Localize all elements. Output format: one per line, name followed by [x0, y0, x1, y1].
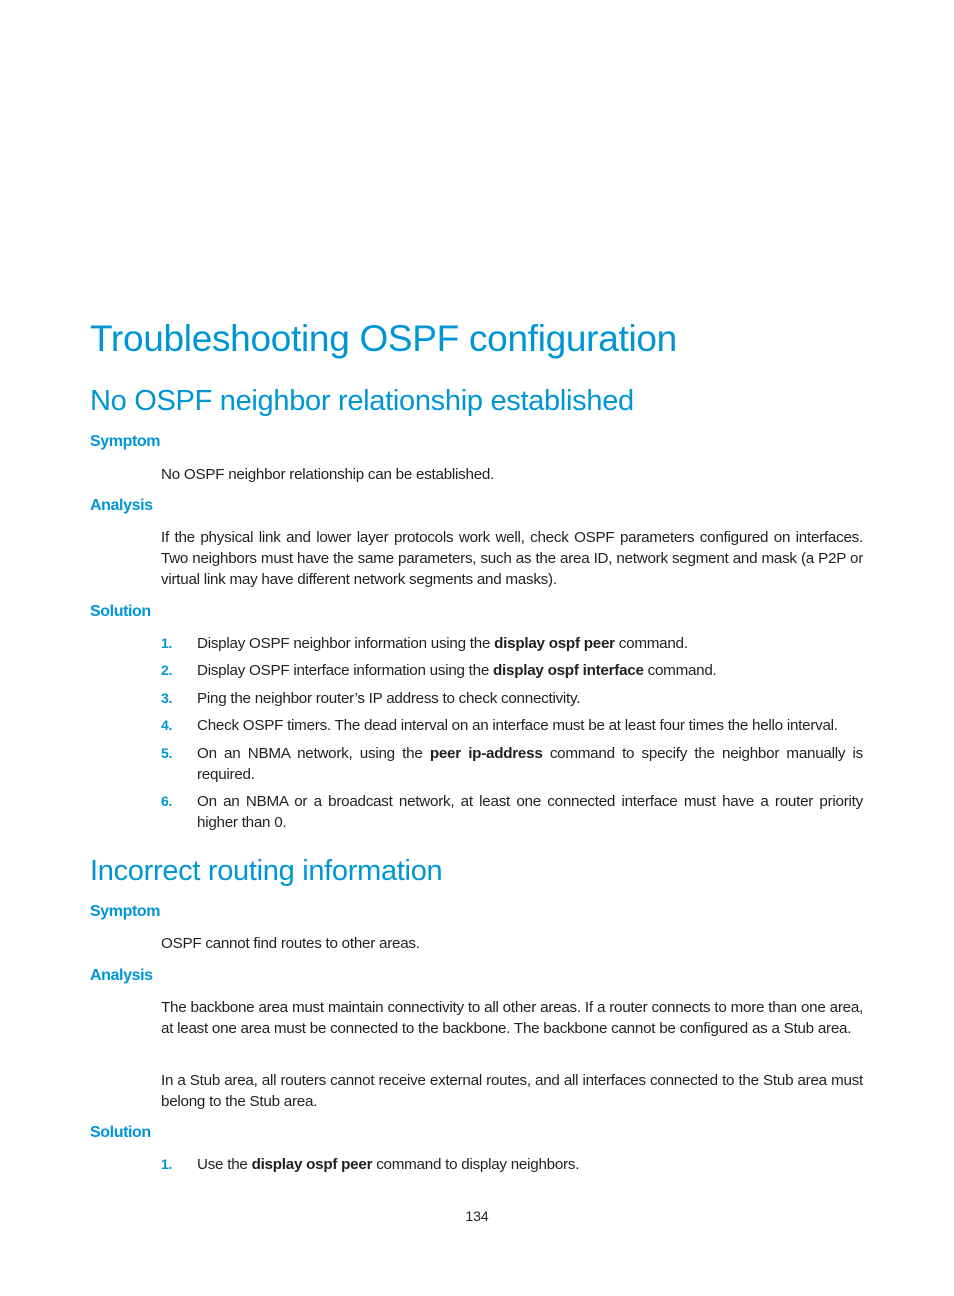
symptom-heading: Symptom [90, 903, 161, 920]
step-text: Display OSPF interface information using… [197, 660, 863, 681]
solution-heading: Solution [90, 1124, 151, 1141]
step-text: On an NBMA network, using the peer ip-ad… [197, 743, 863, 785]
symptom-heading: Symptom [90, 433, 161, 450]
solution-heading: Solution [90, 603, 151, 620]
step-number: 6. [161, 793, 173, 809]
command-name: peer ip-address [429, 745, 543, 762]
section-heading-incorrect-routing: Incorrect routing information [90, 855, 443, 887]
document-page: Troubleshooting OSPF configuration No OS… [0, 0, 954, 1296]
step-text: Check OSPF timers. The dead interval on … [197, 715, 863, 736]
analysis-paragraph: The backbone area must maintain connecti… [161, 999, 863, 1037]
command-name: display ospf peer [251, 1156, 373, 1173]
step-text-pre: On an NBMA or a broadcast network, at le… [197, 793, 863, 831]
step-text-pre: Display OSPF neighbor information using … [197, 635, 495, 652]
section-heading-no-neighbor: No OSPF neighbor relationship establishe… [90, 385, 634, 417]
analysis-paragraph: In a Stub area, all routers cannot recei… [161, 1072, 863, 1110]
step-text-pre: Use the [197, 1156, 252, 1173]
symptom-text: OSPF cannot find routes to other areas. [161, 935, 420, 952]
step-text-post: command. [643, 662, 717, 679]
analysis-paragraph: If the physical link and lower layer pro… [161, 529, 863, 588]
step-text-pre: Check OSPF timers. The dead interval on … [197, 717, 838, 734]
page-title: Troubleshooting OSPF configuration [90, 318, 677, 359]
step-text-pre: Ping the neighbor router’s IP address to… [197, 690, 581, 707]
step-text: On an NBMA or a broadcast network, at le… [197, 791, 863, 833]
step-text: Display OSPF neighbor information using … [197, 633, 863, 654]
step-text-post: command. [614, 635, 688, 652]
step-number: 1. [161, 635, 173, 651]
step-number: 5. [161, 745, 173, 761]
analysis-heading: Analysis [90, 497, 153, 514]
step-text-pre: On an NBMA network, using the [197, 745, 430, 762]
step-number: 4. [161, 717, 173, 733]
step-text-post: command to display neighbors. [372, 1156, 580, 1173]
step-number: 1. [161, 1156, 173, 1172]
step-text: Ping the neighbor router’s IP address to… [197, 688, 863, 709]
command-name: display ospf peer [494, 635, 615, 652]
step-number: 2. [161, 662, 173, 678]
step-number: 3. [161, 690, 173, 706]
step-text-pre: Display OSPF interface information using… [197, 662, 494, 679]
symptom-text: No OSPF neighbor relationship can be est… [161, 466, 495, 483]
step-text: Use the display ospf peer command to dis… [197, 1154, 863, 1175]
analysis-heading: Analysis [90, 967, 153, 984]
command-name: display ospf interface [493, 662, 644, 679]
page-number: 134 [465, 1208, 489, 1224]
